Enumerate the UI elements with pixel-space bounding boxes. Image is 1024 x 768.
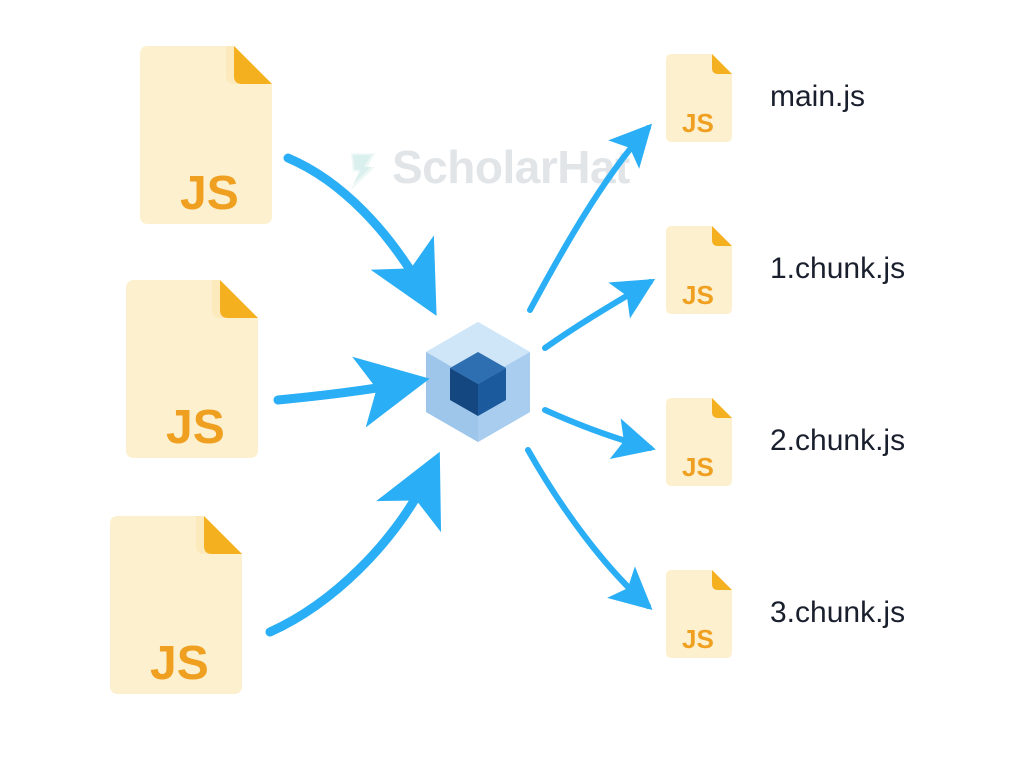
diagram-canvas: ScholarHat JS JS JS	[0, 0, 1024, 768]
flow-arrows	[0, 0, 1024, 768]
